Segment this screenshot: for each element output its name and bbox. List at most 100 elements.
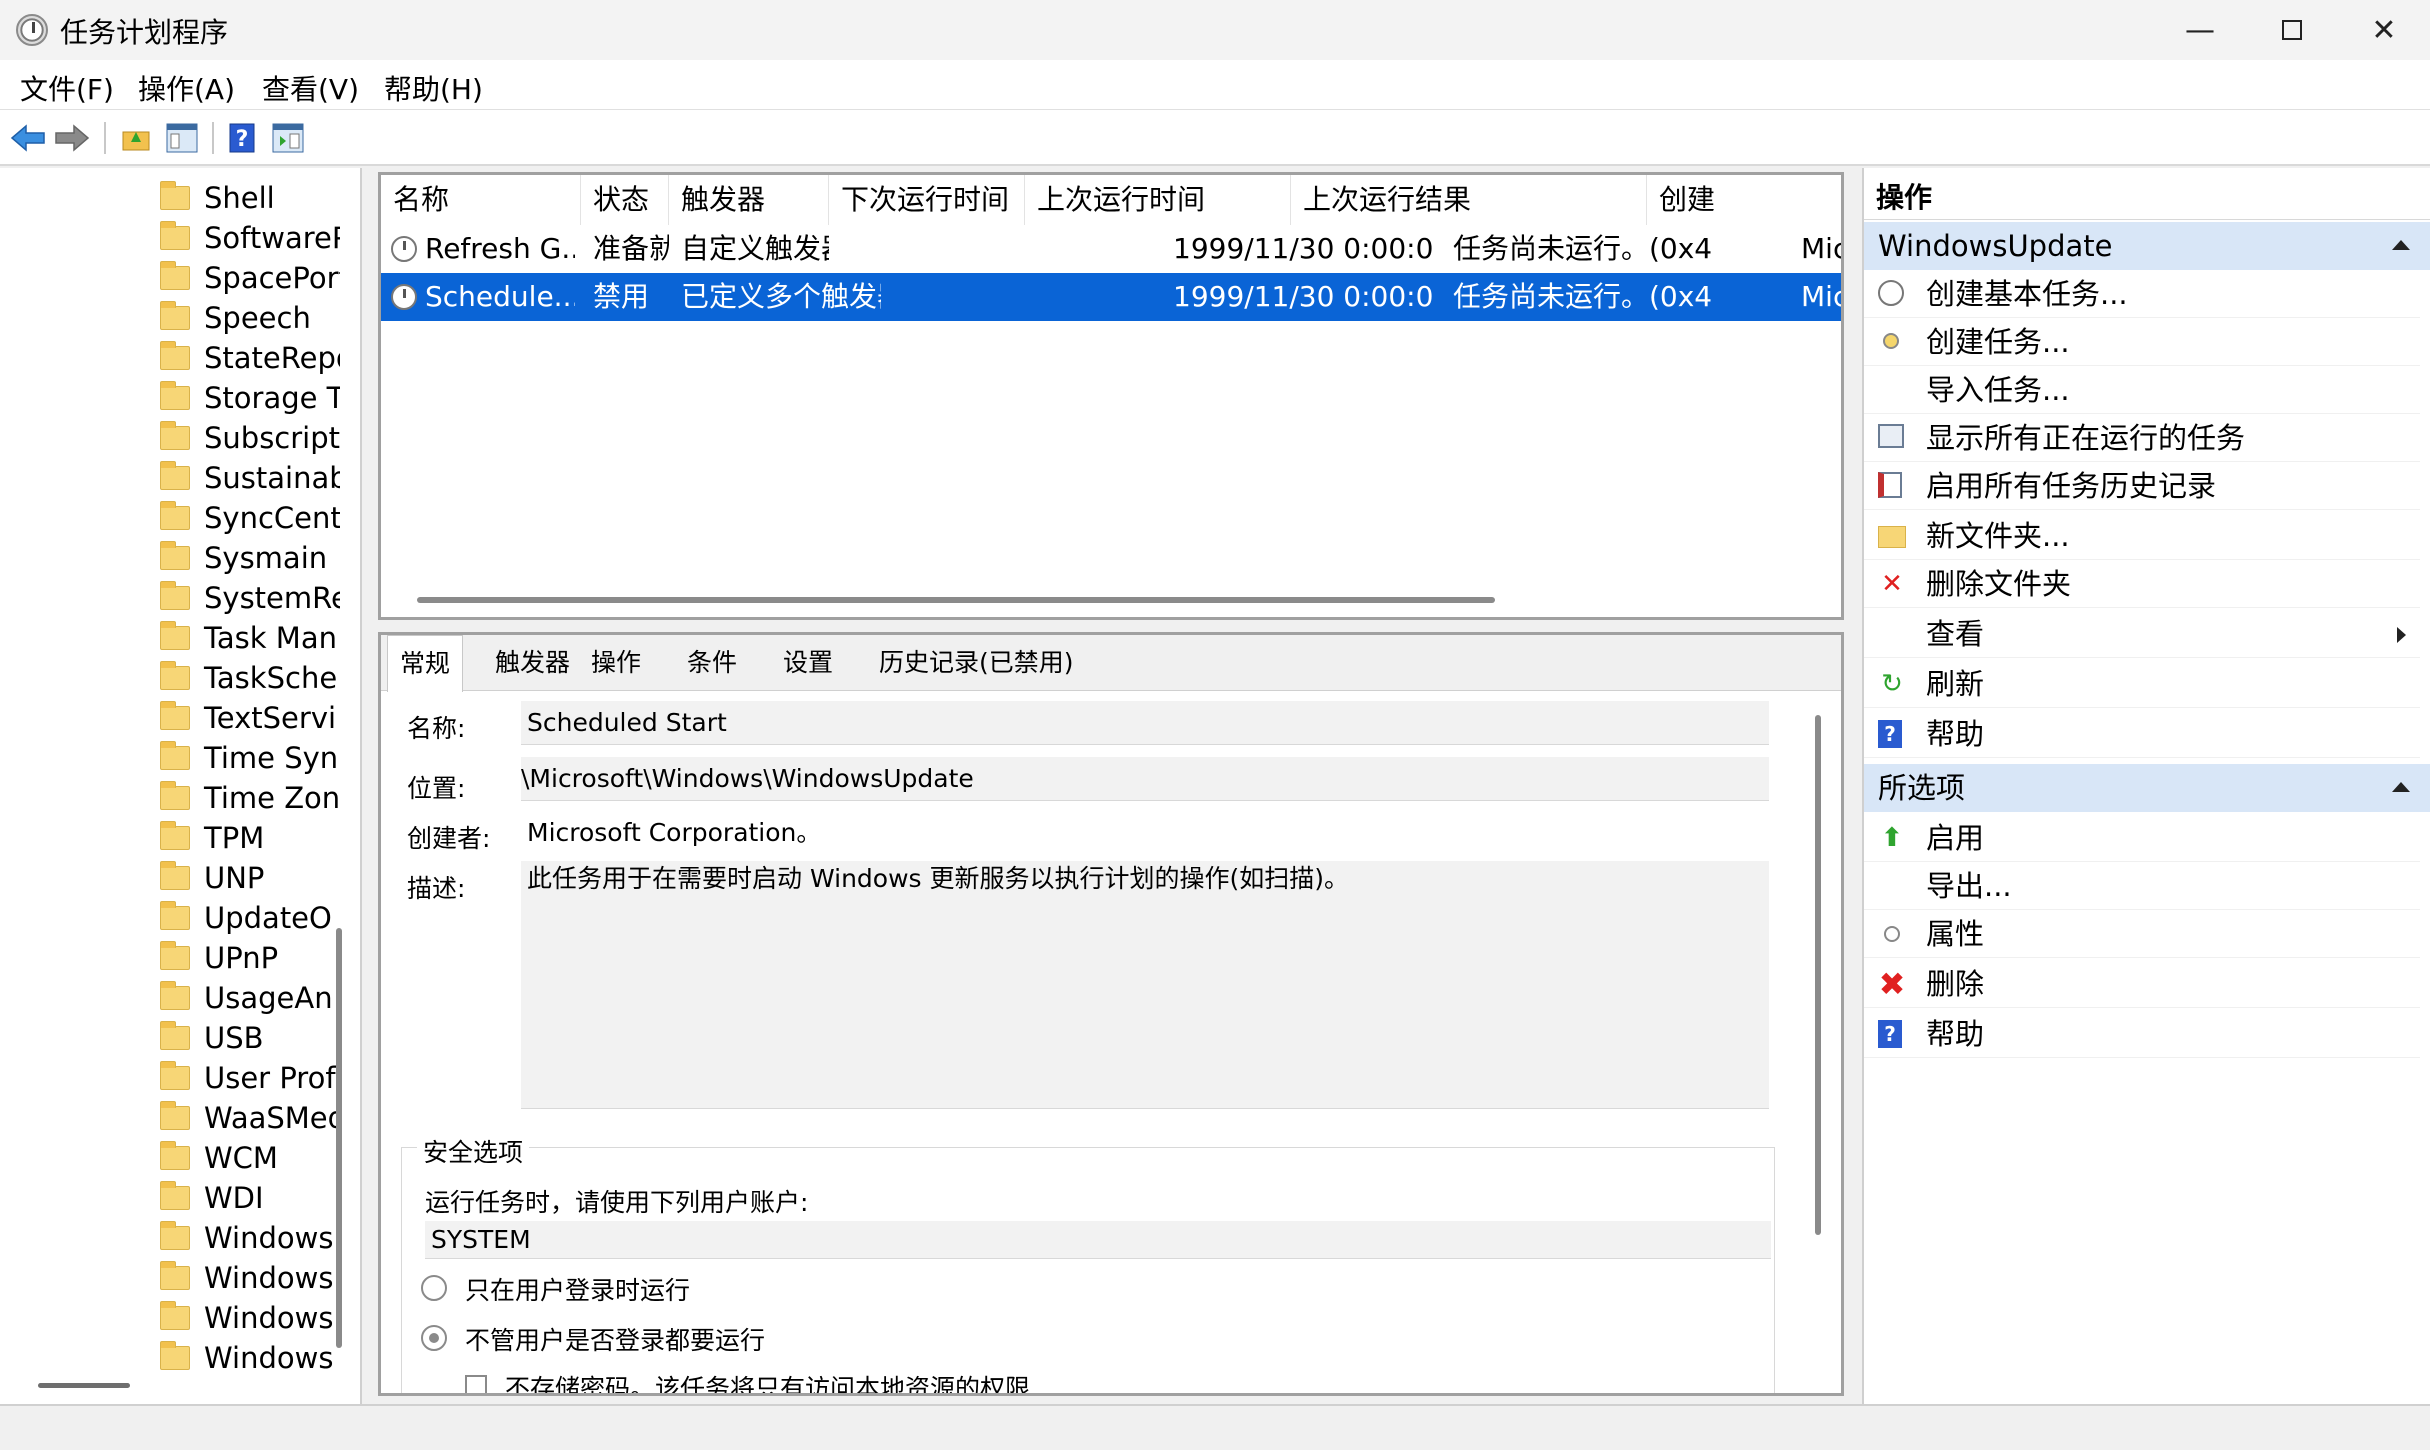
help-button[interactable]: ? bbox=[220, 118, 264, 158]
title-bar: 任务计划程序 — ✕ bbox=[0, 0, 2430, 60]
action-refresh[interactable]: ↻ 刷新 bbox=[1864, 660, 2420, 708]
run-whether-logged-on-radio[interactable] bbox=[421, 1325, 447, 1351]
column-header-trigger[interactable]: 触发器 bbox=[669, 175, 829, 225]
tab-conditions[interactable]: 条件 bbox=[675, 635, 749, 691]
action-create-task[interactable]: 创建任务... bbox=[1864, 318, 2420, 366]
tab-history[interactable]: 历史记录(已禁用) bbox=[867, 635, 1086, 691]
back-button[interactable] bbox=[6, 118, 50, 158]
tree-folder-item[interactable]: Windows bbox=[160, 1218, 340, 1258]
tab-general[interactable]: 常规 bbox=[387, 635, 464, 692]
tree-folder-item[interactable]: Sysmain bbox=[160, 538, 340, 578]
console-tree-icon bbox=[166, 123, 198, 153]
task-list-horizontal-scrollbar[interactable] bbox=[417, 597, 1495, 603]
action-enable[interactable]: ⬆ 启用 bbox=[1864, 814, 2420, 862]
tree-folder-item[interactable]: SpacePort bbox=[160, 258, 340, 298]
action-export[interactable]: 导出... bbox=[1864, 862, 2420, 910]
actions-section-windowsupdate[interactable]: WindowsUpdate bbox=[1864, 222, 2430, 270]
task-row[interactable]: Refresh G... 准备就绪 自定义触发器 1999/11/30 0:00… bbox=[381, 225, 1841, 273]
tab-triggers[interactable]: 触发器 bbox=[483, 635, 582, 691]
action-label: 新文件夹... bbox=[1926, 519, 2070, 553]
run-as-account-field[interactable]: SYSTEM bbox=[425, 1221, 1771, 1259]
forward-button[interactable] bbox=[50, 118, 94, 158]
show-hide-action-pane-button[interactable] bbox=[266, 118, 310, 158]
description-field[interactable]: 此任务用于在需要时启动 Windows 更新服务以执行计划的操作(如扫描)。 bbox=[521, 861, 1769, 1109]
tree-folder-item[interactable]: Sustainab bbox=[160, 458, 340, 498]
folder-icon bbox=[160, 1301, 190, 1330]
tree-folder-label: Time Syn bbox=[204, 741, 339, 775]
folder-icon bbox=[160, 181, 190, 210]
author-field[interactable]: Microsoft Corporation。 bbox=[521, 811, 1769, 855]
column-header-author[interactable]: 创建 bbox=[1647, 175, 1841, 225]
action-help[interactable]: ? 帮助 bbox=[1864, 710, 2420, 758]
tree-folder-item[interactable]: Windows bbox=[160, 1338, 340, 1378]
show-hide-console-tree-button[interactable] bbox=[160, 118, 204, 158]
tree-horizontal-scrollbar[interactable] bbox=[38, 1383, 130, 1388]
tree-folder-item[interactable]: SoftwareP bbox=[160, 218, 340, 258]
column-header-status[interactable]: 状态 bbox=[581, 175, 669, 225]
menu-view[interactable]: 查看(V) bbox=[262, 68, 359, 108]
tree-folder-item[interactable]: WCM bbox=[160, 1138, 340, 1178]
action-import-task[interactable]: 导入任务... bbox=[1864, 366, 2420, 414]
tree-folder-item[interactable]: StateRepo bbox=[160, 338, 340, 378]
tab-settings[interactable]: 设置 bbox=[771, 635, 845, 691]
column-header-last-run[interactable]: 上次运行时间 bbox=[1025, 175, 1291, 225]
tree-folder-item[interactable]: User Prof bbox=[160, 1058, 340, 1098]
menu-help[interactable]: 帮助(H) bbox=[384, 68, 483, 108]
tree-folder-item[interactable]: USB bbox=[160, 1018, 340, 1058]
action-new-folder[interactable]: 新文件夹... bbox=[1864, 512, 2420, 560]
name-field[interactable]: Scheduled Start bbox=[521, 701, 1769, 745]
tree-folder-item[interactable]: UNP bbox=[160, 858, 340, 898]
actions-pane-header: 操作 bbox=[1864, 176, 2430, 220]
tree-folder-item[interactable]: Subscript bbox=[160, 418, 340, 458]
tree-vertical-scrollbar[interactable] bbox=[336, 928, 342, 1348]
action-delete-folder[interactable]: ✕ 删除文件夹 bbox=[1864, 560, 2420, 608]
tree-folder-item[interactable]: Windows bbox=[160, 1258, 340, 1298]
action-display-running-tasks[interactable]: 显示所有正在运行的任务 bbox=[1864, 414, 2420, 462]
tree-folder-item[interactable]: Time Syn bbox=[160, 738, 340, 778]
maximize-button[interactable] bbox=[2246, 0, 2338, 60]
security-options-title: 安全选项 bbox=[417, 1133, 530, 1169]
column-header-next-run[interactable]: 下次运行时间 bbox=[829, 175, 1025, 225]
up-folder-button[interactable] bbox=[114, 118, 158, 158]
tree-folder-item[interactable]: Shell bbox=[160, 178, 340, 218]
tree-folder-item[interactable]: UPnP bbox=[160, 938, 340, 978]
run-only-when-logged-on-radio[interactable] bbox=[421, 1275, 447, 1301]
actions-section-selected-item[interactable]: 所选项 bbox=[1864, 764, 2430, 812]
tree-folder-label: Sysmain bbox=[204, 541, 328, 575]
tree-folder-item[interactable]: SystemRe bbox=[160, 578, 340, 618]
tree-folder-item[interactable]: Storage T bbox=[160, 378, 340, 418]
folder-tree-pane[interactable]: Shell SoftwareP SpacePort Speech StateRepo St… bbox=[0, 168, 362, 1404]
menu-action[interactable]: 操作(A) bbox=[138, 68, 235, 108]
location-field[interactable]: \Microsoft\Windows\WindowsUpdate bbox=[521, 757, 1769, 801]
menu-file[interactable]: 文件(F) bbox=[20, 68, 114, 108]
minimize-button[interactable]: — bbox=[2154, 0, 2246, 60]
tree-folder-item[interactable]: Time Zon bbox=[160, 778, 340, 818]
tree-folder-item[interactable]: TextServi bbox=[160, 698, 340, 738]
action-create-basic-task[interactable]: 创建基本任务... bbox=[1864, 270, 2420, 318]
do-not-store-password-checkbox[interactable] bbox=[465, 1375, 487, 1393]
tree-folder-item[interactable]: TPM bbox=[160, 818, 340, 858]
detail-vertical-scrollbar[interactable] bbox=[1815, 715, 1821, 1235]
tree-folder-item[interactable]: Speech bbox=[160, 298, 340, 338]
location-label: 位置: bbox=[407, 774, 466, 803]
tree-folder-item[interactable]: TaskSche bbox=[160, 658, 340, 698]
column-header-name[interactable]: 名称 bbox=[381, 175, 581, 225]
tree-folder-item[interactable]: SyncCent bbox=[160, 498, 340, 538]
toolbar-separator bbox=[212, 122, 214, 154]
close-button[interactable]: ✕ bbox=[2338, 0, 2430, 60]
column-header-last-result[interactable]: 上次运行结果 bbox=[1291, 175, 1647, 225]
tree-folder-item[interactable]: UpdateO bbox=[160, 898, 340, 938]
action-enable-all-task-history[interactable]: 启用所有任务历史记录 bbox=[1864, 462, 2420, 510]
tree-folder-item[interactable]: Windows bbox=[160, 1298, 340, 1338]
action-view[interactable]: 查看 bbox=[1864, 610, 2420, 658]
action-properties[interactable]: 属性 bbox=[1864, 910, 2420, 958]
tree-folder-item[interactable]: UsageAn bbox=[160, 978, 340, 1018]
tree-folder-item[interactable]: WaaSMed bbox=[160, 1098, 340, 1138]
task-row-selected[interactable]: Schedule... 禁用 已定义多个触发器 1999/11/30 0:00:… bbox=[381, 273, 1841, 321]
tree-folder-item[interactable]: WDI bbox=[160, 1178, 340, 1218]
action-delete[interactable]: ✖ 删除 bbox=[1864, 960, 2420, 1008]
window-title: 任务计划程序 bbox=[60, 16, 229, 49]
tab-actions[interactable]: 操作 bbox=[579, 635, 653, 691]
action-help-selected[interactable]: ? 帮助 bbox=[1864, 1010, 2420, 1058]
tree-folder-item[interactable]: Task Man bbox=[160, 618, 340, 658]
